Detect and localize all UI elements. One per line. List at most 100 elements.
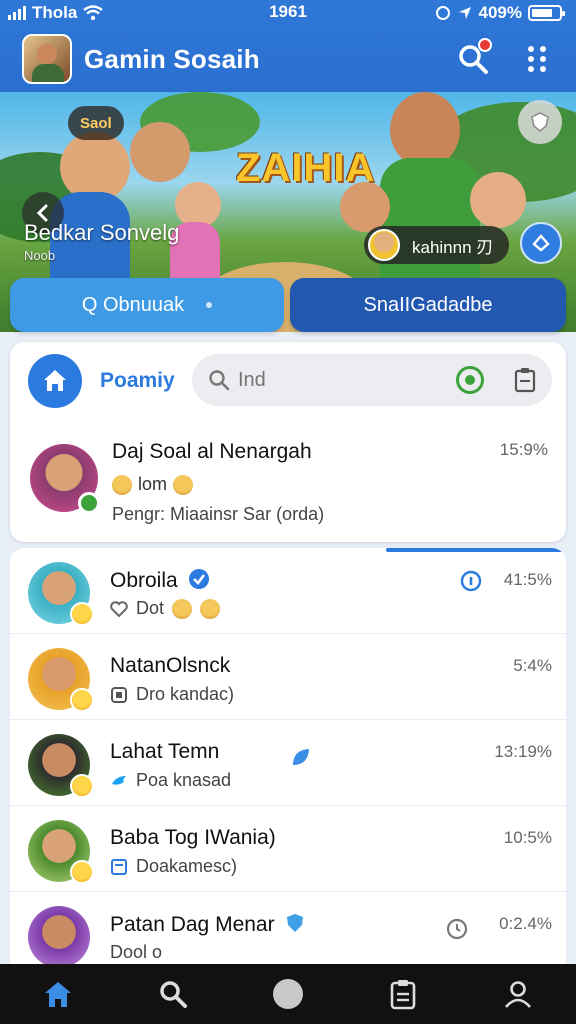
- nav-home[interactable]: [34, 970, 82, 1018]
- nav-search[interactable]: [149, 970, 197, 1018]
- chat-time: 0:2.4%: [499, 914, 552, 933]
- online-badge: [78, 492, 100, 514]
- battery-label: 409%: [478, 3, 522, 22]
- chat-name: NatanOlsnck: [110, 654, 231, 677]
- user-badge-label: kahinnn 刃: [412, 237, 494, 257]
- tab-dot: [206, 302, 213, 308]
- emoji-icon: [200, 598, 221, 619]
- clock-icon: [446, 918, 468, 940]
- emoji-badge: [70, 688, 94, 712]
- home-icon: [44, 370, 66, 391]
- tab-primary-label: Q Obnuuak: [81, 293, 185, 316]
- battery-icon: [528, 5, 565, 21]
- online-status-icon[interactable]: [456, 366, 484, 394]
- chat-preview: Doakamesc): [110, 856, 237, 877]
- featured-preview: lom: [112, 474, 194, 495]
- more-icon: [528, 46, 546, 72]
- chat-name: Baba Tog IWania): [110, 826, 276, 849]
- shield-icon: [531, 112, 549, 132]
- chat-list: Obroila Dot 41:5% NatanOlsnck Dro kandac…: [10, 548, 566, 968]
- search-icon: [160, 981, 187, 1008]
- signal-icon: [8, 6, 26, 20]
- chat-name: Lahat Temn: [110, 740, 220, 763]
- chat-preview: Dro kandac): [110, 684, 234, 705]
- banner-title: ZAIHIA: [236, 146, 376, 190]
- top-bar: Thola 1961 409% Gamin Sosaih: [0, 0, 576, 92]
- profile-icon: [505, 981, 532, 1008]
- chat-preview: Dot: [110, 598, 221, 619]
- location-icon: [458, 7, 471, 19]
- clipboard-icon[interactable]: [514, 367, 536, 393]
- shield-button[interactable]: [518, 100, 562, 144]
- chat-preview: Dool o: [110, 942, 163, 962]
- bottom-nav: [0, 964, 576, 1024]
- search-bar[interactable]: [192, 354, 552, 406]
- home-button[interactable]: [28, 354, 82, 408]
- avatar: [30, 444, 100, 514]
- home-label[interactable]: Poamiy: [100, 369, 175, 393]
- emoji-badge: [70, 774, 94, 798]
- banner-pill[interactable]: Saol: [68, 106, 124, 140]
- emoji-icon: [173, 474, 194, 495]
- avatar: [28, 906, 90, 968]
- list-item[interactable]: Baba Tog IWania) Doakamesc) 10:5%: [10, 806, 566, 892]
- tab-secondary[interactable]: SnaIIGadadbe: [290, 278, 566, 332]
- nav-profile[interactable]: [494, 970, 542, 1018]
- shield-check-icon: [287, 914, 304, 932]
- chat-time: 10:5%: [503, 828, 552, 847]
- carrier-label: Thola: [32, 3, 78, 22]
- image-icon: [111, 686, 127, 703]
- list-item[interactable]: Lahat Temn Poa knasad 13:19%: [10, 720, 566, 806]
- avatar: [28, 648, 94, 712]
- wifi-icon: [83, 5, 104, 21]
- leaf-icon: [293, 749, 309, 765]
- list-item[interactable]: Patan Dag Menar Dool o 0:2.4%: [10, 892, 566, 968]
- tab-primary[interactable]: Q Obnuuak: [10, 278, 284, 332]
- home-icon: [44, 982, 71, 1007]
- search-button[interactable]: [456, 38, 492, 76]
- list-item[interactable]: Obroila Dot 41:5%: [10, 548, 566, 634]
- notification-dot: [478, 38, 492, 52]
- share-button[interactable]: [520, 222, 562, 264]
- chat-preview: Poa knasad: [110, 770, 231, 791]
- featured-time: 15:9%: [499, 440, 548, 459]
- chat-name: Patan Dag Menar: [110, 912, 306, 937]
- banner-subtitle: Noob: [24, 248, 56, 263]
- emoji-icon: [172, 598, 193, 619]
- center-icon: [272, 979, 303, 1009]
- featured-card: Poamiy Daj Soal al Nenargah 15:9% lom Pe…: [10, 342, 566, 542]
- sync-icon: [435, 6, 450, 20]
- search-icon: [209, 370, 230, 391]
- featured-chat[interactable]: Daj Soal al Nenargah 15:9% lom Pengr: Mi…: [28, 440, 548, 530]
- user-badge[interactable]: kahinnn 刃: [364, 226, 510, 264]
- featured-name: Daj Soal al Nenargah: [112, 440, 312, 463]
- featured-detail: Pengr: Miaainsr Sar (orda): [112, 504, 325, 524]
- verified-icon: [188, 569, 209, 589]
- banner-name: Bedkar Sonvelg: [24, 220, 180, 245]
- search-input[interactable]: [238, 368, 428, 392]
- avatar: [28, 820, 94, 884]
- tab-secondary-label: SnaIIGadadbe: [363, 293, 493, 316]
- avatar: [368, 229, 400, 261]
- nav-clipboard[interactable]: [379, 970, 427, 1018]
- emoji-badge: [70, 602, 94, 626]
- avatar: [28, 734, 94, 798]
- chat-time: 5:4%: [513, 656, 552, 675]
- emoji-badge: [70, 860, 94, 884]
- note-icon: [111, 858, 127, 875]
- chat-time: 13:19%: [494, 742, 552, 761]
- featured-preview-text: lom: [138, 474, 168, 494]
- app-title: Gamin Sosaih: [84, 43, 260, 74]
- nav-center[interactable]: [264, 970, 312, 1018]
- clipboard-icon: [390, 980, 416, 1010]
- more-button[interactable]: [520, 42, 554, 76]
- heart-icon: [110, 600, 128, 617]
- avatar: [28, 562, 94, 626]
- app-logo: [22, 34, 72, 84]
- app-bar: Gamin Sosaih: [0, 26, 576, 92]
- share-icon: [532, 234, 550, 252]
- list-item[interactable]: NatanOlsnck Dro kandac) 5:4%: [10, 634, 566, 720]
- bird-icon: [112, 775, 126, 785]
- info-icon[interactable]: [460, 570, 482, 592]
- status-bar: Thola 1961 409%: [0, 0, 576, 26]
